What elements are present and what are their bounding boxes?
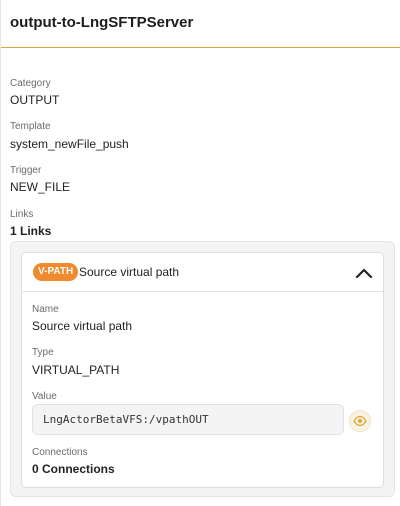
- page-title: output-to-LngSFTPServer: [10, 14, 194, 31]
- vpath-badge: V-PATH: [33, 263, 79, 281]
- trigger-label: Trigger: [10, 165, 42, 176]
- name-label: Name: [32, 304, 59, 315]
- name-value: Source virtual path: [32, 319, 133, 333]
- type-value: VIRTUAL_PATH: [32, 363, 120, 377]
- connections-count: 0 Connections: [32, 462, 115, 476]
- template-value: system_newFile_push: [10, 137, 129, 151]
- chevron-up-icon[interactable]: [353, 263, 375, 283]
- link-card-title: Source virtual path: [79, 265, 180, 279]
- details-panel: output-to-LngSFTPServer Category OUTPUT …: [0, 0, 400, 506]
- vpath-value-field[interactable]: LngActorBetaVFS:/vpathOUT: [32, 404, 344, 435]
- category-label: Category: [10, 78, 51, 89]
- link-card: V-PATH Source virtual path Name Source v…: [21, 252, 384, 488]
- type-label: Type: [32, 347, 54, 358]
- link-card-header[interactable]: V-PATH Source virtual path: [22, 253, 383, 292]
- panel-header: output-to-LngSFTPServer: [1, 0, 400, 48]
- links-label: Links: [10, 209, 34, 220]
- category-value: OUTPUT: [10, 93, 60, 107]
- connections-label: Connections: [32, 447, 88, 458]
- links-count: 1 Links: [10, 224, 52, 238]
- template-label: Template: [10, 121, 51, 132]
- trigger-value: NEW_FILE: [10, 180, 71, 194]
- value-label: Value: [32, 391, 57, 402]
- eye-icon[interactable]: [349, 410, 371, 432]
